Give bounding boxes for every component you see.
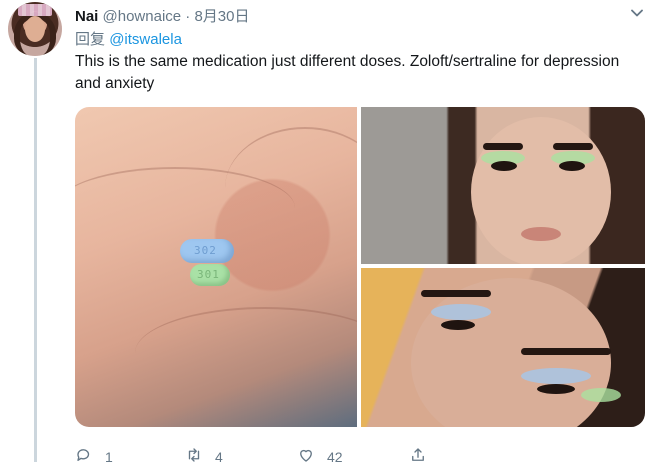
photo-selfie-front[interactable]: [361, 107, 645, 264]
brow-right: [553, 143, 593, 150]
photo-eyeshadow-closeup[interactable]: [361, 268, 645, 427]
brow-left: [483, 143, 523, 150]
reply-icon: [75, 446, 93, 467]
closeup-brow-right: [521, 348, 611, 355]
green-pill: 301: [190, 264, 230, 286]
avatar[interactable]: [8, 2, 62, 56]
blue-pill-imprint: 302: [194, 244, 217, 257]
photo-pills-in-hand[interactable]: 302 301: [75, 107, 357, 427]
blue-pill: 302: [180, 239, 234, 263]
chevron-down-icon[interactable]: [630, 6, 644, 20]
share-button[interactable]: [409, 446, 427, 467]
green-eyeshadow: [581, 388, 621, 402]
display-name[interactable]: Nai: [75, 8, 98, 25]
closeup-eye-left: [441, 320, 475, 330]
green-pill-imprint: 301: [197, 268, 220, 281]
like-icon: [297, 446, 315, 467]
blue-eyeshadow-right: [521, 368, 591, 384]
tweet-header: Nai @hownaice · 8月30日: [75, 5, 250, 26]
user-handle[interactable]: @hownaice: [103, 8, 182, 25]
reply-count: 1: [105, 448, 113, 465]
closeup-brow-left: [421, 290, 491, 297]
reply-prefix: 回复: [75, 31, 106, 48]
reply-context: 回复 @itswalela: [75, 28, 182, 49]
avatar-face: [25, 16, 45, 42]
tweet-date[interactable]: 8月30日: [194, 8, 249, 25]
share-icon: [409, 446, 427, 467]
tweet-text: This is the same medication just differe…: [75, 53, 620, 92]
blue-eyeshadow-left: [431, 304, 491, 320]
lips: [521, 227, 561, 241]
eye-right: [559, 161, 585, 171]
thread-line: [34, 58, 37, 462]
like-button[interactable]: 42: [297, 446, 343, 467]
retweet-button[interactable]: 4: [185, 446, 223, 467]
avatar-flower-crown: [18, 4, 52, 16]
reply-button[interactable]: 1: [75, 446, 113, 467]
reply-mention-link[interactable]: @itswalela: [109, 31, 182, 48]
media-grid: 302 301: [75, 107, 645, 427]
selfie-face: [471, 117, 611, 264]
eye-left: [491, 161, 517, 171]
closeup-eye-right: [537, 384, 575, 394]
separator-dot: ·: [185, 8, 191, 25]
retweet-count: 4: [215, 448, 223, 465]
like-count: 42: [327, 448, 343, 465]
retweet-icon: [185, 446, 203, 467]
